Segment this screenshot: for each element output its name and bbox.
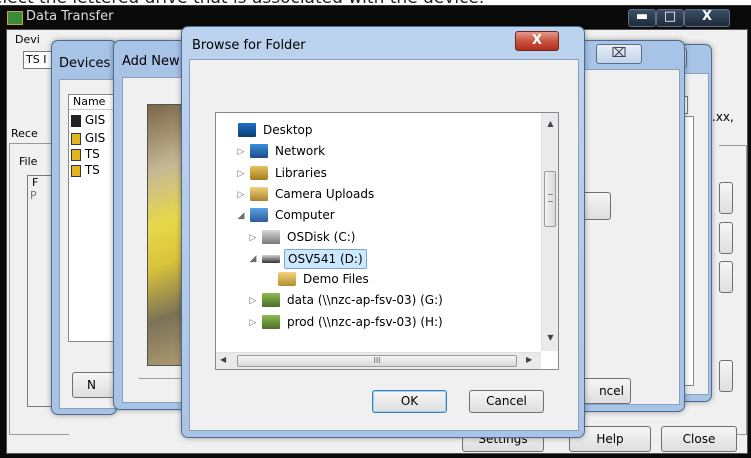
tree-item-label: Camera Uploads xyxy=(275,186,375,201)
minimize-button[interactable]: ▬ xyxy=(628,9,656,27)
removable-drive-icon xyxy=(262,254,280,263)
devices-dialog: Devices Name GIS GIS TS TS N xyxy=(51,40,142,415)
browse-for-folder-dialog: Browse for Folder X Desktop ▷ Network ▷ Libr… xyxy=(181,26,585,438)
tree-item-label: Demo Files xyxy=(303,272,369,287)
device-group-label: Devi xyxy=(15,33,40,46)
browse-dialog-title: Browse for Folder xyxy=(192,38,306,53)
tree-item[interactable]: ▷ data (\\nzc-ap-fsv-03) (G:) xyxy=(216,291,536,311)
device-item-label: TS xyxy=(84,147,100,161)
scroll-up-arrow[interactable]: ▲ xyxy=(542,119,558,131)
folder-special-icon xyxy=(250,186,268,201)
cancel-button[interactable]: Cancel xyxy=(469,390,544,413)
collapsed-arrow-icon[interactable]: ▷ xyxy=(248,228,258,248)
network-icon xyxy=(250,144,268,159)
tree-item-label: OSV541 (D:) xyxy=(284,248,367,269)
scroll-grip xyxy=(547,194,553,202)
scroll-left-arrow[interactable]: ◀ xyxy=(220,355,230,368)
tree-item-label: Desktop xyxy=(263,123,313,137)
vertical-scroll-thumb[interactable] xyxy=(544,171,556,227)
folder-tree-rows: Desktop ▷ Network ▷ Libraries ▷ Camera Uploads… xyxy=(216,121,536,331)
tree-item[interactable]: ▷ prod (\\nzc-ap-fsv-03) (H:) xyxy=(216,313,536,333)
tree-item[interactable]: ▷ Libraries xyxy=(216,164,536,184)
tree-item-label: prod (\\nzc-ap-fsv-03) (H:) xyxy=(287,314,443,329)
tree-vertical-scrollbar[interactable]: ▲ ▼ xyxy=(541,113,558,351)
tree-item-label: Network xyxy=(275,144,326,159)
expanded-arrow-icon[interactable]: ◢ xyxy=(248,249,258,269)
horizontal-scroll-thumb[interactable]: III xyxy=(237,355,517,367)
tree-item[interactable]: ▷ Camera Uploads xyxy=(216,185,536,205)
tree-item-label: Libraries xyxy=(275,165,327,180)
libraries-icon xyxy=(250,165,268,180)
expanded-arrow-icon[interactable]: ◢ xyxy=(236,206,246,226)
background-dialog-mid-client: ncel xyxy=(571,69,680,405)
hscroll-grip: III xyxy=(373,356,381,365)
tree-item[interactable]: ▷ OSDisk (C:) xyxy=(216,228,536,248)
window-title: Data Transfer xyxy=(26,9,114,24)
device-item-label: TS xyxy=(84,163,100,177)
side-button-1[interactable] xyxy=(719,182,733,214)
collapsed-arrow-icon[interactable]: ▷ xyxy=(248,291,258,311)
desktop-icon xyxy=(238,123,256,137)
tree-item[interactable]: ▷ Network xyxy=(216,142,536,162)
tree-item-label: OSDisk (C:) xyxy=(287,229,356,244)
receive-tab[interactable]: Rece xyxy=(11,127,38,140)
scroll-right-arrow[interactable]: ▶ xyxy=(526,355,536,368)
file-types-text: .xx, xyxy=(712,110,734,124)
collapsed-arrow-icon[interactable]: ▷ xyxy=(236,185,246,205)
device-icon xyxy=(71,164,81,177)
network-drive-icon xyxy=(262,314,280,329)
device-icon xyxy=(71,114,81,127)
device-item-label: GIS xyxy=(84,113,106,127)
tree-horizontal-scrollbar[interactable]: ◀ III ▶ xyxy=(216,352,541,369)
app-icon xyxy=(7,11,23,25)
device-item-label: GIS xyxy=(84,131,106,145)
background-mid-close-button[interactable]: ⌧ xyxy=(596,44,642,64)
ok-button[interactable]: OK xyxy=(372,390,447,413)
tree-item[interactable]: Desktop xyxy=(216,121,536,141)
computer-icon xyxy=(250,208,268,223)
close-dialog-button[interactable]: Close xyxy=(661,426,737,452)
side-button-2[interactable] xyxy=(719,222,733,254)
devices-dialog-client: Name GIS GIS TS TS N xyxy=(59,79,142,409)
side-button-3[interactable] xyxy=(719,261,733,293)
device-icon xyxy=(71,148,81,161)
collapsed-arrow-icon[interactable]: ▷ xyxy=(236,164,246,184)
tree-item[interactable]: ◢ Computer xyxy=(216,206,536,226)
tree-item-label: data (\\nzc-ap-fsv-03) (G:) xyxy=(287,293,443,308)
browse-dialog-client: Desktop ▷ Network ▷ Libraries ▷ Camera Uploads… xyxy=(189,59,579,431)
tree-item[interactable]: Demo Files xyxy=(216,270,536,290)
collapsed-arrow-icon[interactable]: ▷ xyxy=(236,142,246,162)
folder-icon xyxy=(278,272,296,287)
scroll-down-arrow[interactable]: ▼ xyxy=(542,333,558,345)
network-drive-icon xyxy=(262,293,280,308)
maximize-button[interactable]: □ xyxy=(656,9,684,27)
device-combo-value: TS I xyxy=(26,53,47,66)
folder-tree[interactable]: Desktop ▷ Network ▷ Libraries ▷ Camera Uploads… xyxy=(215,112,559,370)
close-button[interactable]: X xyxy=(684,9,730,27)
tree-item-label: Computer xyxy=(275,208,335,223)
tree-item[interactable]: ◢ OSV541 (D:) xyxy=(216,248,536,269)
browse-dialog-close-button[interactable]: X xyxy=(515,31,559,51)
add-new-dialog-title: Add New xyxy=(122,54,180,69)
device-icon xyxy=(71,132,81,145)
system-drive-icon xyxy=(262,229,280,244)
devices-dialog-title: Devices xyxy=(59,56,111,71)
side-button-4[interactable] xyxy=(719,360,733,392)
collapsed-arrow-icon[interactable]: ▷ xyxy=(248,313,258,333)
file-group-label: File xyxy=(19,155,38,168)
background-dialog-mid: ⌧ ncel xyxy=(571,40,685,412)
